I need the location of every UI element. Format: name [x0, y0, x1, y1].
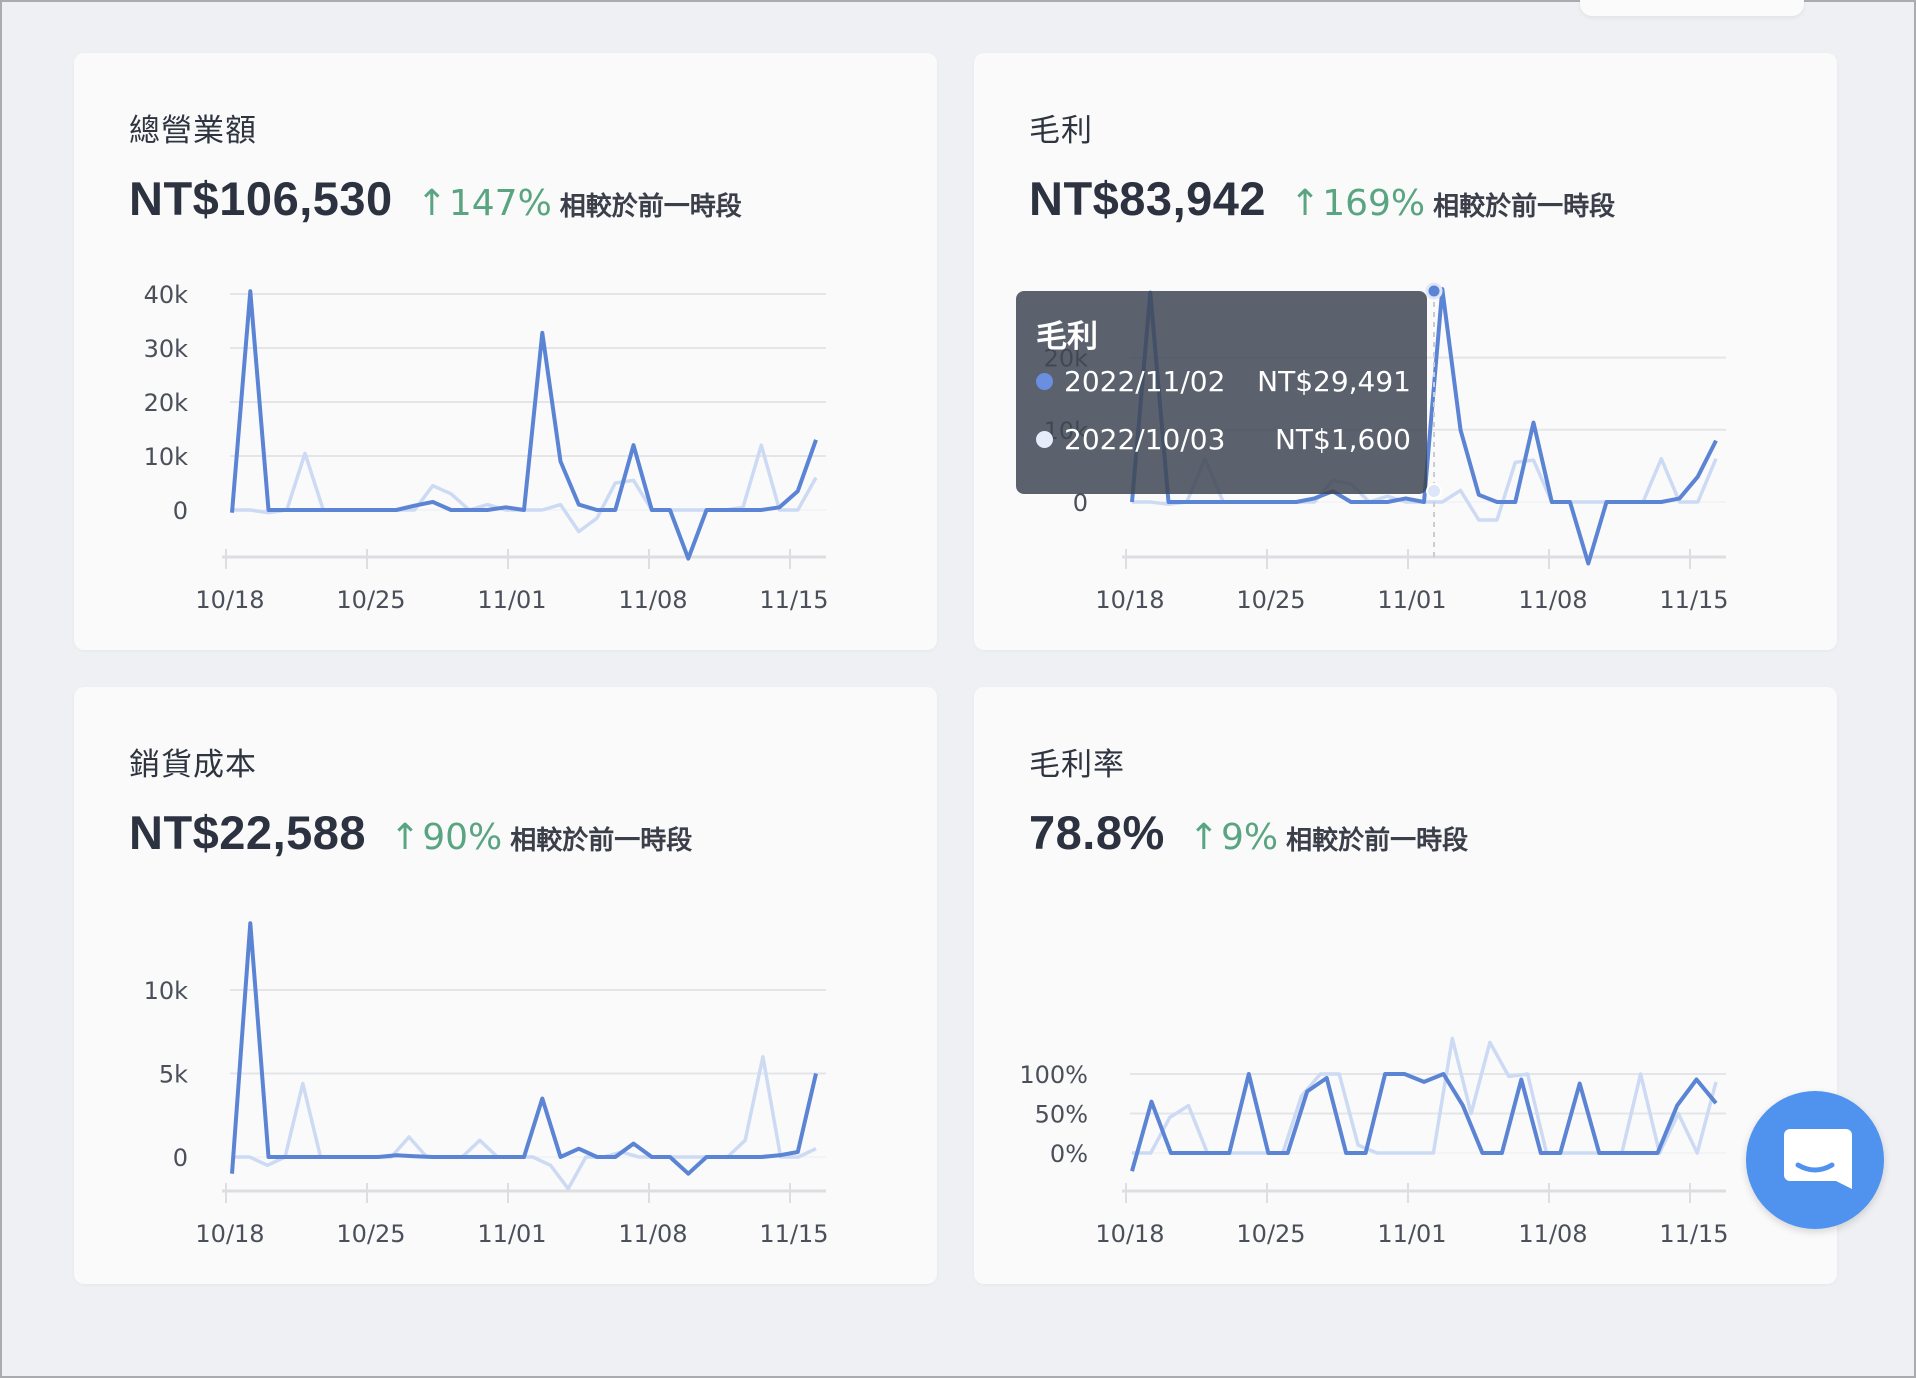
x-tick-label: 10/18	[1095, 586, 1164, 614]
x-tick-label: 11/08	[1518, 586, 1587, 614]
series-line-previous	[232, 1055, 817, 1191]
x-tick-label: 11/15	[759, 1220, 828, 1248]
y-tick-label: 10k	[144, 443, 189, 471]
y-tick-label: 40k	[144, 281, 189, 309]
series-dot-icon	[1036, 431, 1053, 448]
series-line-current	[230, 289, 818, 561]
tooltip-row-current: 2022/11/02 NT$29,491	[1036, 365, 1411, 398]
chat-bubble-icon	[1784, 1129, 1852, 1189]
x-tick-label: 11/15	[759, 586, 828, 614]
y-tick-label: 100%	[1019, 1061, 1088, 1089]
y-tick-label: 30k	[144, 335, 189, 363]
tooltip-row-previous: 2022/10/03 NT$1,600	[1036, 423, 1411, 456]
hover-point-previous	[1426, 483, 1442, 499]
tooltip-date: 2022/10/03	[1064, 423, 1226, 456]
chat-launcher-button[interactable]	[1746, 1091, 1884, 1229]
y-tick-label: 0	[173, 497, 188, 525]
x-tick-label: 11/15	[1659, 586, 1728, 614]
x-tick-label: 11/01	[477, 1220, 546, 1248]
series-dot-icon	[1036, 373, 1053, 390]
x-tick-label: 10/25	[1236, 1220, 1305, 1248]
x-tick-label: 11/08	[1518, 1220, 1587, 1248]
tooltip-date: 2022/11/02	[1064, 365, 1226, 398]
series-line-previous	[1132, 1036, 1718, 1155]
y-tick-label: 20k	[144, 389, 189, 417]
y-tick-label: 0	[173, 1144, 188, 1172]
y-tick-label: 0%	[1050, 1140, 1088, 1168]
y-tick-label: 50%	[1035, 1101, 1088, 1129]
x-tick-label: 10/18	[1095, 1220, 1164, 1248]
x-tick-label: 11/01	[1377, 586, 1446, 614]
x-tick-label: 11/08	[618, 586, 687, 614]
x-tick-label: 10/18	[195, 586, 264, 614]
y-tick-label: 5k	[159, 1061, 188, 1089]
series-line-current	[230, 921, 818, 1176]
tooltip-amount: NT$29,491	[1257, 365, 1411, 398]
x-tick-label: 11/01	[1377, 1220, 1446, 1248]
x-tick-label: 11/08	[618, 1220, 687, 1248]
x-tick-label: 11/15	[1659, 1220, 1728, 1248]
tooltip-amount: NT$1,600	[1274, 423, 1411, 456]
tooltip-title: 毛利	[1036, 319, 1098, 355]
y-tick-label: 10k	[144, 977, 189, 1005]
x-tick-label: 10/18	[195, 1220, 264, 1248]
x-tick-label: 10/25	[1236, 586, 1305, 614]
chart-tooltip: 毛利 2022/11/02 NT$29,491 2022/10/03 NT$1,…	[1016, 291, 1427, 494]
series-line-previous	[232, 443, 818, 534]
x-tick-label: 10/25	[336, 1220, 405, 1248]
hover-point-current	[1425, 282, 1443, 300]
x-tick-label: 11/01	[477, 586, 546, 614]
x-tick-label: 10/25	[336, 586, 405, 614]
charts-canvas[interactable]: 0 10k 20k 30k 40k 10/18 10/25 11/01 11/08 11/15 0 1…	[0, 0, 1916, 1378]
